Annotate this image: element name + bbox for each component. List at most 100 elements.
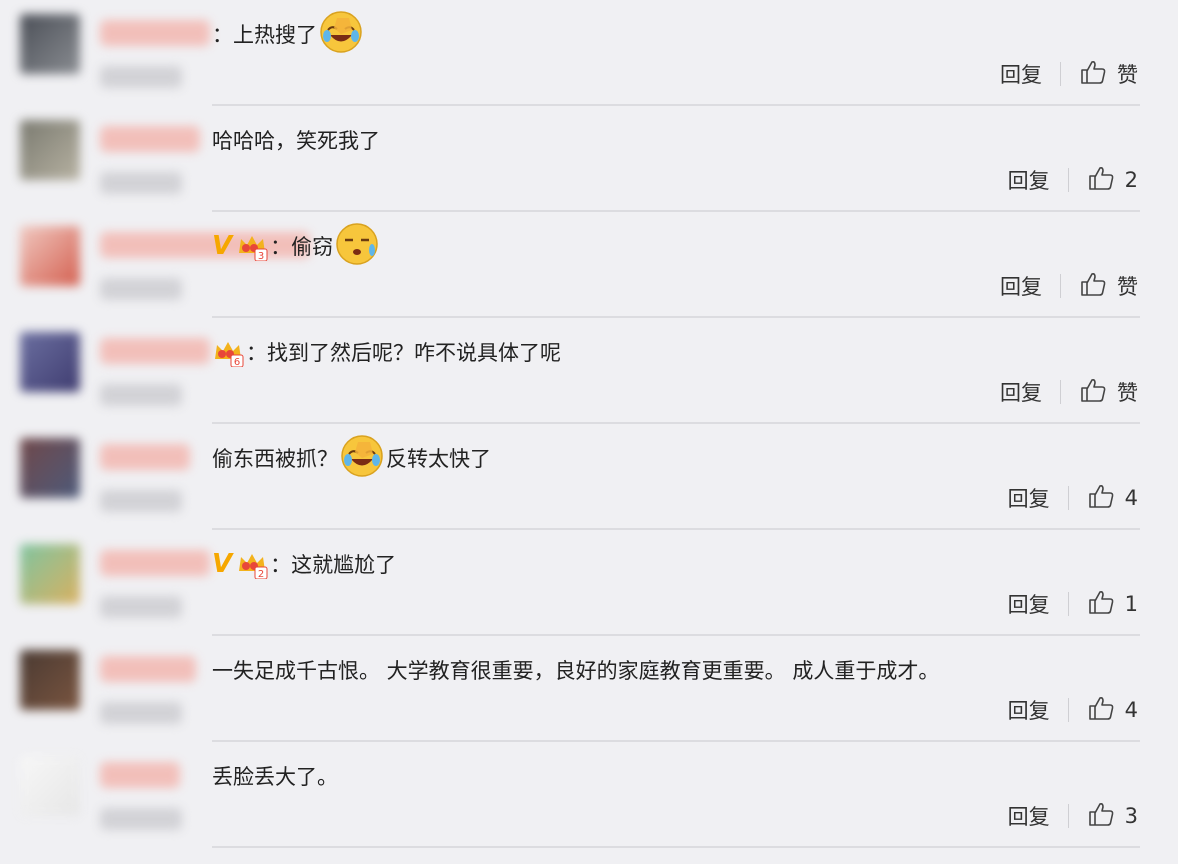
timestamp-blurred (100, 808, 182, 830)
crown-level-icon: 3 (236, 231, 268, 262)
like-button[interactable]: 赞 (1079, 270, 1138, 303)
comment-text: ：找到了然后呢？咋不说具体了呢 (246, 341, 561, 365)
avatar[interactable] (20, 332, 80, 392)
timestamp-blurred (100, 66, 182, 88)
like-count: 赞 (1117, 63, 1138, 87)
like-count: 1 (1124, 592, 1138, 616)
comment-item: 6 ：找到了然后呢？咋不说具体了呢 回复 赞 (0, 318, 1178, 424)
thumbs-up-icon (1087, 588, 1125, 621)
comment-actions: 回复 赞 (1000, 372, 1138, 412)
comment-actions: 回复 赞 (1000, 54, 1138, 94)
thumbs-up-icon (1087, 694, 1125, 727)
timestamp-blurred (100, 490, 182, 512)
comment-content: 偷东西被抓？ 反转太快了 (212, 434, 491, 478)
crown-level-icon: 6 (212, 337, 244, 368)
like-button[interactable]: 赞 (1079, 376, 1138, 409)
comment-item: 哈哈哈，笑死我了 回复 2 (0, 106, 1178, 212)
comment-text-after: 反转太快了 (386, 447, 491, 471)
comment-content: 6 ：找到了然后呢？咋不说具体了呢 (212, 332, 561, 372)
comment-actions: 回复 1 (1008, 584, 1138, 624)
comment-item: V 2 ：这就尴尬了 回复 1 (0, 530, 1178, 636)
username-blurred[interactable] (100, 550, 210, 576)
comment-item: V 3 ：偷窃 回复 赞 (0, 212, 1178, 318)
action-divider (1067, 168, 1069, 192)
verified-v-icon: V (212, 549, 233, 579)
action-divider (1067, 592, 1069, 616)
comment-text: ：上热搜了 (212, 23, 317, 47)
reply-button[interactable]: 回复 (1008, 695, 1050, 725)
avatar[interactable] (20, 756, 80, 816)
comment-item: 偷东西被抓？ 反转太快了 回复 4 (0, 424, 1178, 530)
reply-button[interactable]: 回复 (1008, 589, 1050, 619)
svg-text:3: 3 (258, 251, 264, 261)
comment-text: ：偷窃 (270, 235, 334, 259)
username-blurred[interactable] (100, 656, 196, 682)
reply-button[interactable]: 回复 (1008, 483, 1050, 513)
action-divider (1067, 804, 1069, 828)
laugh-cry-emoji-icon (338, 434, 386, 483)
comment-actions: 回复 3 (1008, 796, 1138, 836)
action-divider (1060, 274, 1061, 298)
thumbs-up-icon (1087, 482, 1125, 515)
row-divider (212, 846, 1140, 848)
action-divider (1060, 380, 1061, 404)
like-button[interactable]: 4 (1087, 482, 1138, 515)
avatar[interactable] (20, 544, 80, 604)
avatar[interactable] (20, 438, 80, 498)
comment-actions: 回复 赞 (1000, 266, 1138, 306)
comment-text: 偷东西被抓？ (212, 447, 338, 471)
comment-text: 丢脸丢大了。 (212, 765, 338, 789)
like-count: 赞 (1117, 381, 1138, 405)
verified-v-icon: V (212, 231, 233, 261)
timestamp-blurred (100, 278, 182, 300)
crown-level-icon: 2 (236, 549, 268, 580)
comment-actions: 回复 4 (1008, 478, 1138, 518)
comment-item: ：上热搜了 回复 赞 (0, 0, 1178, 106)
like-button[interactable]: 赞 (1079, 58, 1138, 91)
laugh-cry-emoji-icon (317, 10, 365, 59)
like-button[interactable]: 1 (1087, 588, 1138, 621)
comment-content: ：上热搜了 (212, 10, 365, 54)
svg-text:6: 6 (234, 357, 240, 367)
comment-actions: 回复 2 (1008, 160, 1138, 200)
username-blurred[interactable] (100, 762, 180, 788)
sweat-emoji-icon (333, 222, 381, 271)
thumbs-up-icon (1079, 376, 1117, 409)
username-blurred[interactable] (100, 444, 190, 470)
action-divider (1067, 486, 1069, 510)
action-divider (1060, 62, 1061, 86)
comment-item: 一失足成千古恨。 大学教育很重要，良好的家庭教育更重要。 成人重于成才。 回复 … (0, 636, 1178, 742)
like-count: 赞 (1117, 275, 1138, 299)
username-blurred[interactable] (100, 338, 210, 364)
avatar[interactable] (20, 120, 80, 180)
comment-content: V 2 ：这就尴尬了 (212, 544, 396, 584)
avatar[interactable] (20, 650, 80, 710)
username-blurred[interactable] (100, 126, 200, 152)
avatar[interactable] (20, 14, 80, 74)
like-button[interactable]: 2 (1087, 164, 1138, 197)
username-blurred[interactable] (100, 20, 210, 46)
reply-button[interactable]: 回复 (1000, 377, 1042, 407)
like-count: 4 (1124, 486, 1138, 510)
timestamp-blurred (100, 384, 182, 406)
action-divider (1067, 698, 1069, 722)
thumbs-up-icon (1087, 800, 1125, 833)
like-count: 2 (1124, 168, 1138, 192)
reply-button[interactable]: 回复 (1000, 59, 1042, 89)
svg-text:2: 2 (258, 569, 264, 579)
timestamp-blurred (100, 172, 182, 194)
timestamp-blurred (100, 596, 182, 618)
comment-text: 哈哈哈，笑死我了 (212, 129, 380, 153)
reply-button[interactable]: 回复 (1000, 271, 1042, 301)
reply-button[interactable]: 回复 (1008, 801, 1050, 831)
comment-content: V 3 ：偷窃 (212, 222, 381, 266)
thumbs-up-icon (1079, 58, 1117, 91)
like-count: 4 (1124, 698, 1138, 722)
comment-text: 一失足成千古恨。 大学教育很重要，良好的家庭教育更重要。 成人重于成才。 (212, 659, 940, 683)
like-button[interactable]: 3 (1087, 800, 1138, 833)
reply-button[interactable]: 回复 (1008, 165, 1050, 195)
avatar[interactable] (20, 226, 80, 286)
comment-actions: 回复 4 (1008, 690, 1138, 730)
thumbs-up-icon (1079, 270, 1117, 303)
like-button[interactable]: 4 (1087, 694, 1138, 727)
